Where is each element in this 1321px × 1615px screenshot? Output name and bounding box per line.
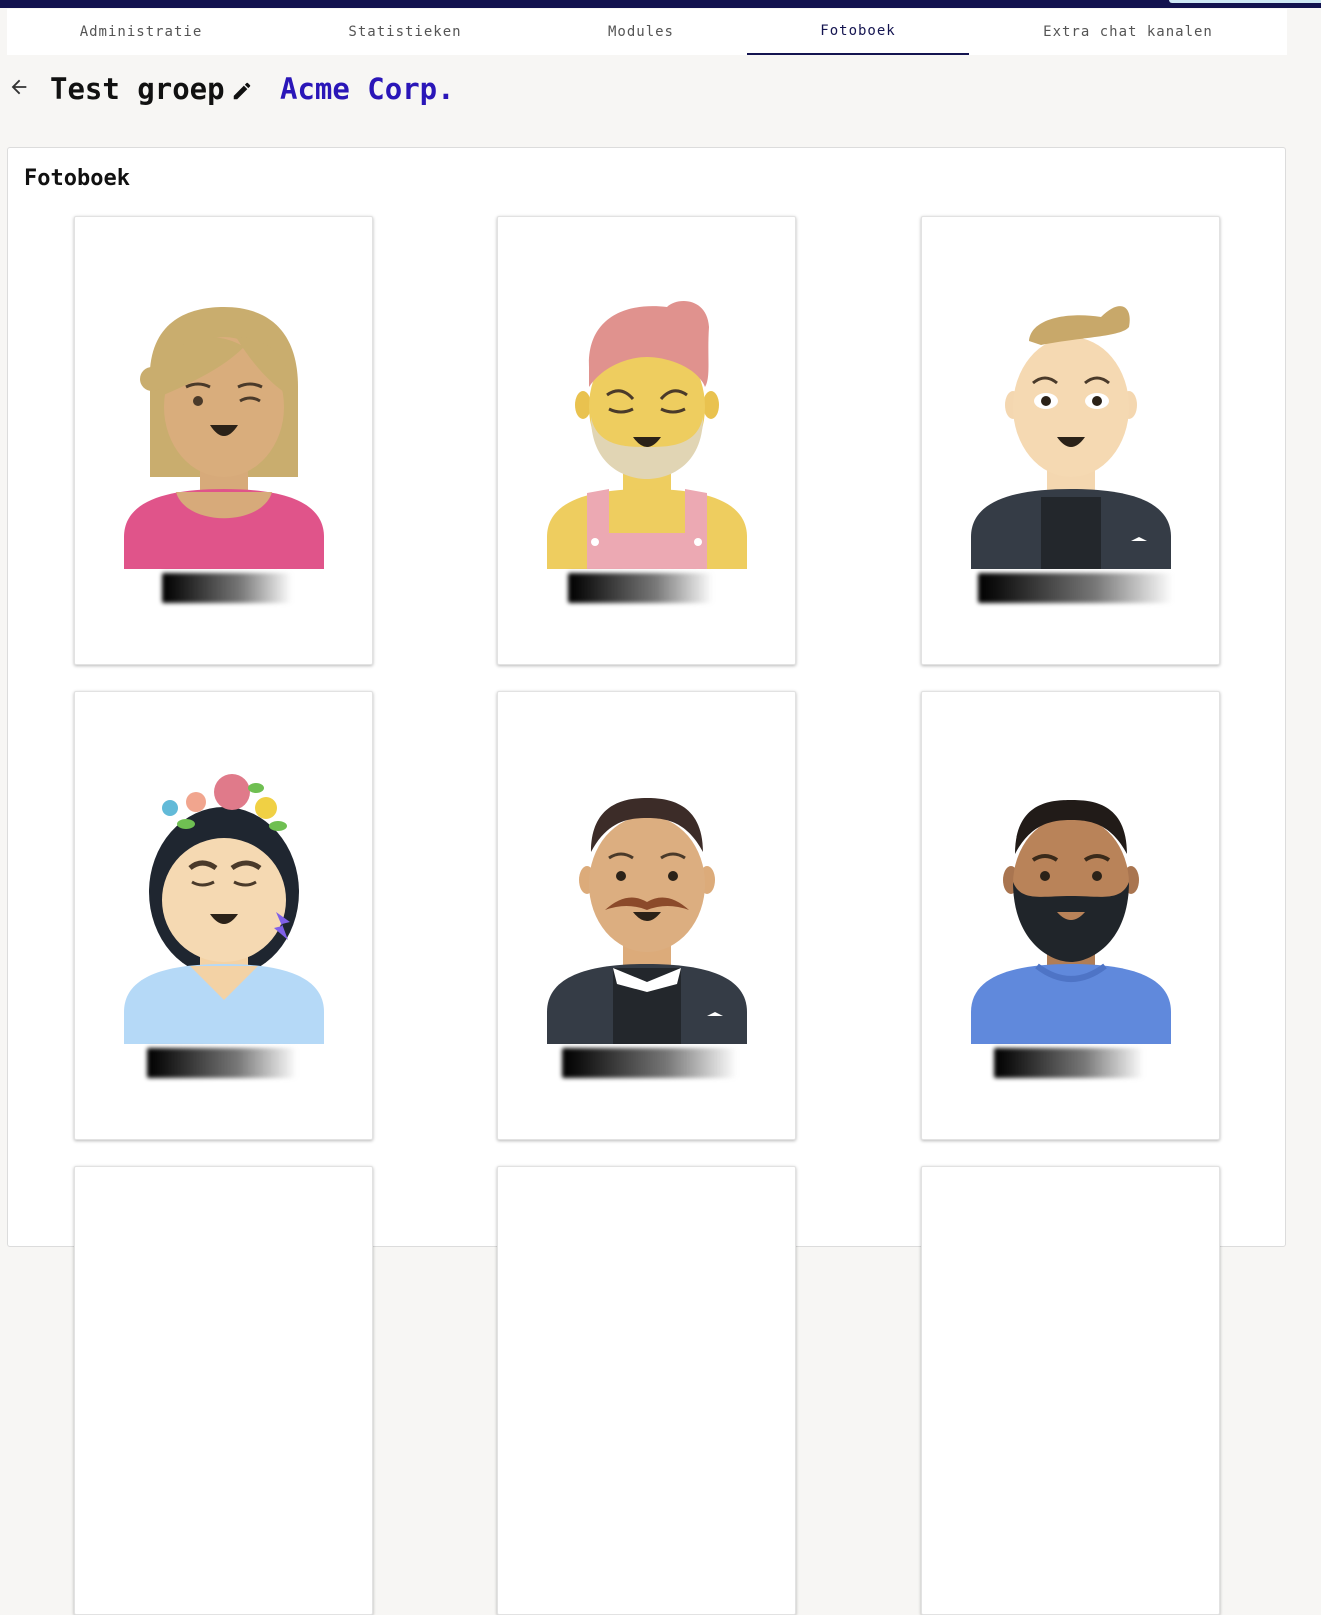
- member-card[interactable]: [74, 691, 373, 1140]
- member-card[interactable]: [497, 1166, 796, 1615]
- woman-blonde-winking-avatar: [124, 307, 324, 569]
- man-mustache-suit-avatar: [547, 798, 747, 1044]
- tab-administratie[interactable]: Administratie: [7, 9, 275, 55]
- tab-bar: Administratie Statistieken Modules Fotob…: [7, 9, 1287, 55]
- member-name-redacted: [994, 1048, 1144, 1078]
- member-name-redacted: [568, 573, 713, 603]
- member-name-redacted: [162, 573, 292, 603]
- top-bar: [0, 0, 1321, 8]
- organization-link[interactable]: Acme Corp.: [280, 72, 455, 106]
- tab-statistieken[interactable]: Statistieken: [295, 9, 515, 55]
- member-card[interactable]: [497, 216, 796, 665]
- tab-extra-chat-kanalen[interactable]: Extra chat kanalen: [969, 9, 1287, 55]
- member-card[interactable]: [74, 216, 373, 665]
- back-arrow-icon[interactable]: [8, 76, 30, 98]
- tab-modules[interactable]: Modules: [531, 9, 751, 55]
- member-card[interactable]: [74, 1166, 373, 1615]
- member-card[interactable]: [921, 691, 1220, 1140]
- panel-title: Fotoboek: [24, 166, 130, 191]
- member-name-redacted: [978, 573, 1173, 603]
- member-name-redacted: [562, 1048, 737, 1078]
- member-card[interactable]: [921, 216, 1220, 665]
- page-header: Test groep Acme Corp.: [0, 66, 1300, 118]
- tab-fotoboek[interactable]: Fotoboek: [747, 9, 969, 55]
- member-card[interactable]: [921, 1166, 1220, 1615]
- edit-pencil-icon[interactable]: [231, 80, 253, 102]
- group-title: Test groep: [50, 72, 225, 106]
- member-name-redacted: [147, 1048, 297, 1078]
- man-blond-quiff-suit-avatar: [971, 306, 1171, 569]
- top-bar-accent: [1169, 0, 1321, 3]
- member-card[interactable]: [497, 691, 796, 1140]
- man-beard-blue-shirt-avatar: [971, 800, 1171, 1044]
- man-pink-hair-beard-overalls-avatar: [547, 301, 747, 569]
- fotoboek-panel: Fotoboek: [7, 147, 1286, 1615]
- woman-flower-crown-avatar: [124, 774, 324, 1044]
